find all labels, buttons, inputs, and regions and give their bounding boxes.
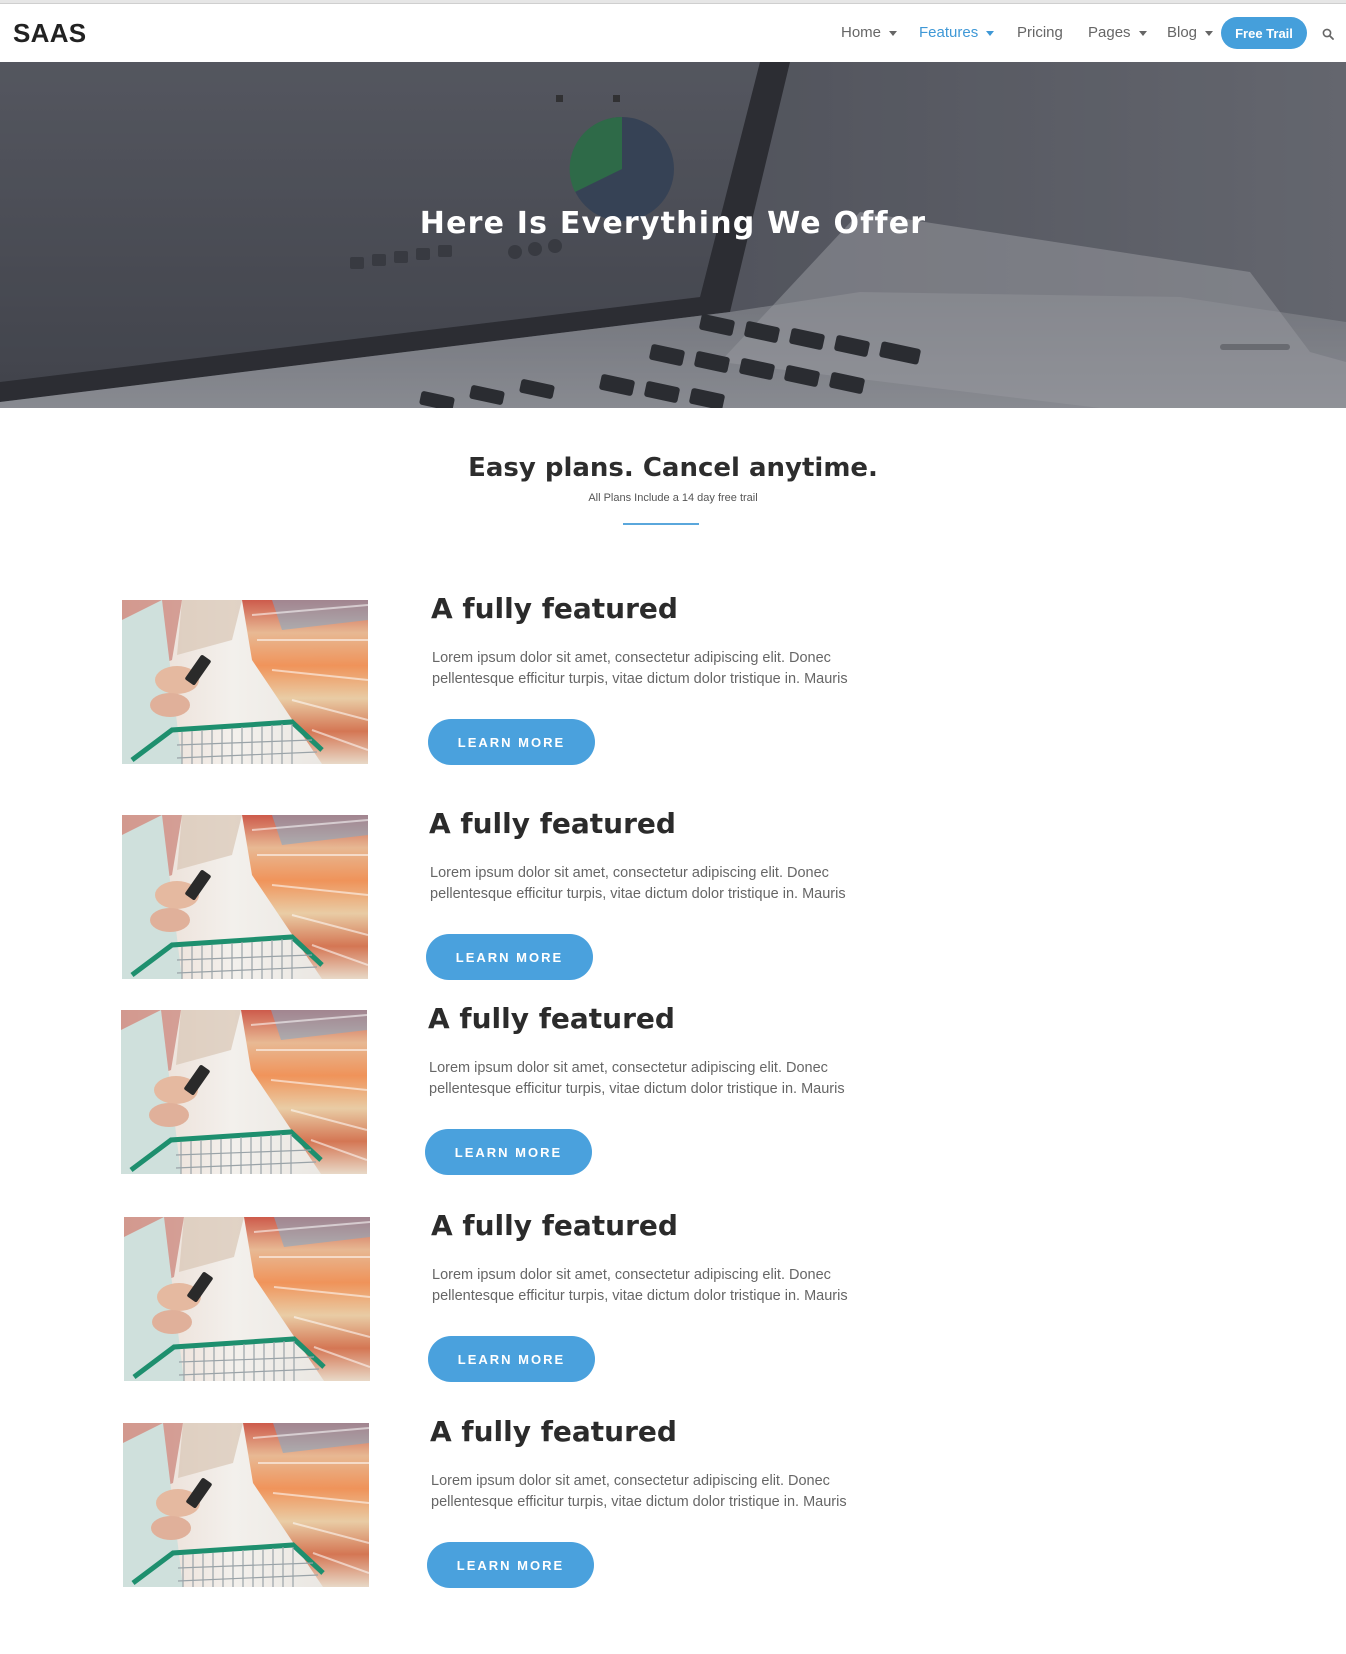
- nav-item-label: Features: [919, 24, 979, 41]
- chevron-down-icon: [1205, 30, 1214, 36]
- nav-item-label: Pages: [1088, 24, 1131, 41]
- brand-logo[interactable]: SAAS: [13, 18, 86, 49]
- feature-description: Lorem ipsum dolor sit amet, consectetur …: [430, 865, 846, 902]
- feature-description: Lorem ipsum dolor sit amet, consectetur …: [431, 1473, 847, 1510]
- nav-item-features[interactable]: Features: [919, 24, 995, 41]
- nav-item-pricing[interactable]: Pricing: [1017, 24, 1063, 41]
- learn-more-button[interactable]: LEARN MORE: [427, 1542, 594, 1588]
- shopping-cart-photo: [123, 1423, 369, 1587]
- shopping-cart-photo: [121, 1010, 367, 1174]
- shopping-cart-photo: [124, 1217, 370, 1381]
- chevron-down-icon: [1138, 30, 1147, 36]
- feature-title: A fully featured: [431, 592, 678, 625]
- feature-title: A fully featured: [429, 807, 676, 840]
- feature-description: Lorem ipsum dolor sit amet, consectetur …: [432, 650, 848, 687]
- hero-banner: Here Is Everything We Offer: [0, 62, 1346, 408]
- feature-item-3: A fully featured Lorem ipsum dolor sit a…: [0, 1002, 1346, 1178]
- learn-more-button[interactable]: LEARN MORE: [428, 719, 595, 765]
- feature-item-4: A fully featured Lorem ipsum dolor sit a…: [0, 1209, 1346, 1385]
- feature-item-2: A fully featured Lorem ipsum dolor sit a…: [0, 807, 1346, 983]
- nav-item-home[interactable]: Home: [841, 24, 898, 41]
- nav-item-blog[interactable]: Blog: [1167, 24, 1214, 41]
- learn-more-button[interactable]: LEARN MORE: [426, 934, 593, 980]
- section-subtitle: All Plans Include a 14 day free trail: [588, 492, 758, 504]
- learn-more-button[interactable]: LEARN MORE: [425, 1129, 592, 1175]
- section-divider: [623, 523, 699, 525]
- navbar: SAAS Home Features Pricing Pages Blog Fr…: [0, 4, 1346, 62]
- section-title: Easy plans. Cancel anytime.: [468, 453, 878, 483]
- nav-item-label: Pricing: [1017, 24, 1063, 41]
- nav-item-pages[interactable]: Pages: [1088, 24, 1147, 41]
- search-icon[interactable]: [1322, 28, 1334, 40]
- free-trail-button[interactable]: Free Trail: [1221, 17, 1307, 49]
- feature-title: A fully featured: [428, 1002, 675, 1035]
- chevron-down-icon: [889, 30, 898, 36]
- chevron-down-icon: [986, 30, 995, 36]
- nav-item-label: Blog: [1167, 24, 1198, 41]
- feature-title: A fully featured: [431, 1209, 678, 1242]
- shopping-cart-photo: [122, 815, 368, 979]
- feature-item-5: A fully featured Lorem ipsum dolor sit a…: [0, 1415, 1346, 1591]
- feature-title: A fully featured: [430, 1415, 677, 1448]
- shopping-cart-photo: [122, 600, 368, 764]
- feature-description: Lorem ipsum dolor sit amet, consectetur …: [429, 1060, 845, 1097]
- feature-description: Lorem ipsum dolor sit amet, consectetur …: [432, 1267, 848, 1304]
- feature-item-1: A fully featured Lorem ipsum dolor sit a…: [0, 592, 1346, 768]
- hero-title: Here Is Everything We Offer: [419, 206, 927, 241]
- nav-item-label: Home: [841, 24, 882, 41]
- learn-more-button[interactable]: LEARN MORE: [428, 1336, 595, 1382]
